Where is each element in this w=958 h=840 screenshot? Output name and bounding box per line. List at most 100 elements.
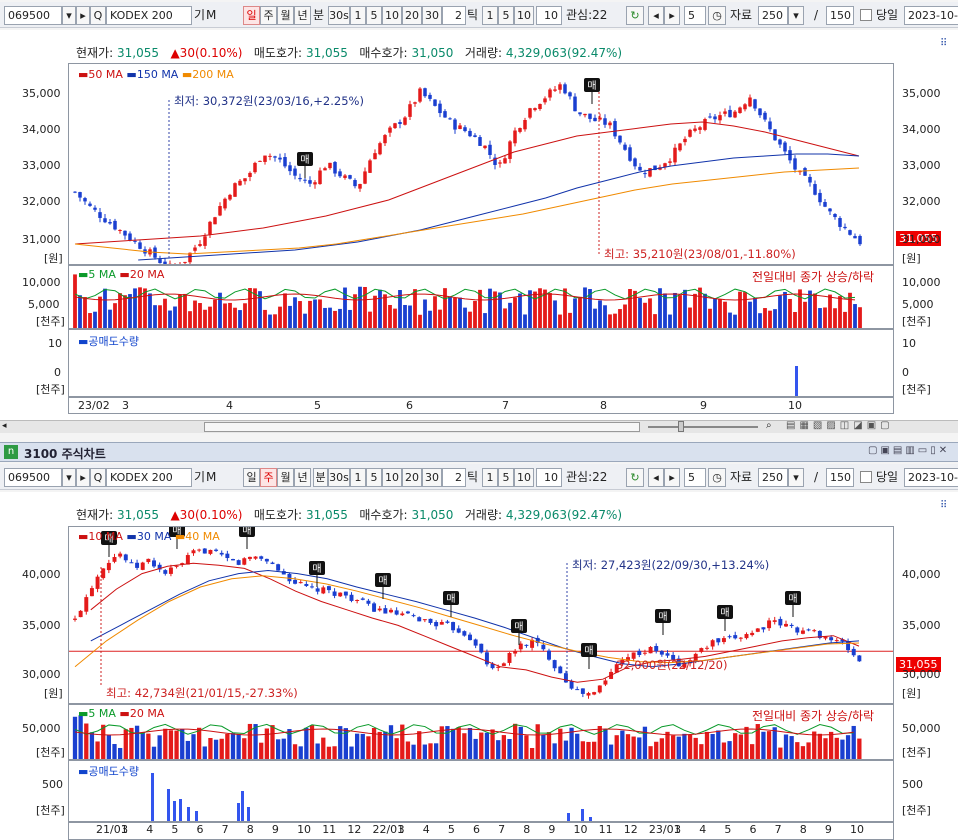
same-day-checkbox[interactable] — [860, 9, 872, 21]
tick-1-button[interactable]: 1 — [482, 6, 498, 25]
candle-body — [528, 108, 532, 118]
prev-button-2[interactable]: ◂ — [648, 468, 664, 487]
max-input-2[interactable]: 150 — [826, 468, 854, 487]
volume-bar — [676, 736, 681, 759]
code-dropdown-button[interactable]: ▾ — [62, 6, 76, 25]
next-button-2[interactable]: ▸ — [664, 468, 680, 487]
max-input[interactable]: 150 — [826, 6, 854, 25]
min-10-button-2[interactable]: 10 — [382, 468, 402, 487]
volume-bar — [368, 311, 372, 328]
volume-bar — [578, 296, 582, 328]
volume-bar — [180, 729, 185, 759]
clock-icon[interactable]: ◷ — [708, 6, 726, 25]
period-week-button[interactable]: 주 — [260, 6, 277, 25]
code-input-2[interactable]: 069500 — [4, 468, 62, 487]
data-count-input-2[interactable]: 250 — [758, 468, 788, 487]
min-20-button[interactable]: 20 — [402, 6, 422, 25]
min-20-button-2[interactable]: 20 — [402, 468, 422, 487]
zoom-slider[interactable] — [648, 426, 758, 428]
volume-bar — [298, 746, 303, 759]
period-year-button[interactable]: 년 — [294, 6, 311, 25]
tick-5-button-2[interactable]: 5 — [498, 468, 514, 487]
settings-dots-icon-2[interactable]: ⠿ — [940, 500, 947, 511]
tick-5-button[interactable]: 5 — [498, 6, 514, 25]
chart-window: 069500 ▾ ▸ Q KODEX 200 기 M 일 주 월 년 분 30s… — [0, 0, 958, 840]
candle-body — [727, 636, 732, 638]
tool-icons[interactable]: ▤▦▧▨◫◪▣▢ — [786, 420, 894, 431]
min-10-button[interactable]: 10 — [382, 6, 402, 25]
step-input-2[interactable]: 5 — [684, 468, 706, 487]
volume-bar — [793, 312, 797, 328]
data-count-input[interactable]: 250 — [758, 6, 788, 25]
volume-bar — [535, 724, 540, 759]
candle-body — [823, 202, 827, 207]
zoom-icon[interactable]: ⌕ — [766, 420, 772, 431]
volume-bar — [512, 723, 518, 759]
window-controls[interactable]: ▢▣▤▥▭▯✕ — [868, 445, 950, 456]
candle-body — [383, 135, 387, 144]
tick-input-2[interactable]: 2 — [442, 468, 466, 487]
min-5-button-2[interactable]: 5 — [366, 468, 382, 487]
refresh-icon[interactable]: ↻ — [626, 6, 644, 25]
tick-1-button-2[interactable]: 1 — [482, 468, 498, 487]
code-next-button[interactable]: ▸ — [76, 6, 90, 25]
code-dropdown-button-2[interactable]: ▾ — [62, 468, 76, 487]
min-1-button[interactable]: 1 — [350, 6, 366, 25]
code-input[interactable]: 069500 — [4, 6, 62, 25]
y-unit-top-right: [원] — [902, 252, 921, 265]
candle-body — [88, 203, 92, 206]
info-bar-bottom: 현재가: 31,055 ▲30(0.10%) 매도호가: 31,055 매수호가… — [76, 508, 623, 522]
search-icon[interactable]: Q — [90, 6, 106, 25]
count-input[interactable]: 10 — [536, 6, 562, 25]
volume-bar — [298, 301, 302, 328]
short-sale-bar — [237, 803, 240, 821]
vol-unit-top: [천주] — [36, 315, 65, 328]
min-30-button-2[interactable]: 30 — [422, 468, 442, 487]
candle-body — [800, 630, 805, 634]
period-month-button-2[interactable]: 월 — [277, 468, 294, 487]
tick-input[interactable]: 2 — [442, 6, 466, 25]
candle-body — [276, 564, 281, 571]
scroll-thumb[interactable] — [204, 422, 640, 432]
candle-body — [778, 618, 783, 626]
code-next-button-2[interactable]: ▸ — [76, 468, 90, 487]
date-input[interactable]: 2023-10-2 — [904, 6, 958, 25]
candle-body — [423, 88, 427, 97]
short-sale-bar — [173, 801, 176, 821]
zoom-handle[interactable] — [678, 421, 684, 432]
candle-body — [138, 242, 142, 249]
min-1-button-2[interactable]: 1 — [350, 468, 366, 487]
data-count-dropdown[interactable]: ▾ — [788, 6, 804, 25]
candle-body — [597, 685, 602, 693]
minute-button-2[interactable]: 분 — [313, 468, 328, 487]
same-day-checkbox-2[interactable] — [860, 471, 872, 483]
period-day-button-2[interactable]: 일 — [243, 468, 260, 487]
tick-10-button[interactable]: 10 — [514, 6, 534, 25]
sec-button[interactable]: 30s — [328, 6, 350, 25]
settings-dots-icon[interactable]: ⠿ — [940, 38, 947, 49]
volume-bar — [413, 289, 417, 328]
refresh-icon-2[interactable]: ↻ — [626, 468, 644, 487]
volume-bar — [378, 289, 382, 328]
count-input-2[interactable]: 10 — [536, 468, 562, 487]
clock-icon-2[interactable]: ◷ — [708, 468, 726, 487]
min-5-button[interactable]: 5 — [366, 6, 382, 25]
tick-10-button-2[interactable]: 10 — [514, 468, 534, 487]
candle-body — [443, 111, 447, 118]
period-day-button[interactable]: 일 — [243, 6, 260, 25]
step-input[interactable]: 5 — [684, 6, 706, 25]
date-input-2[interactable]: 2023-10-2 — [904, 468, 958, 487]
volume-bar — [763, 308, 767, 328]
search-icon-2[interactable]: Q — [90, 468, 106, 487]
period-year-button-2[interactable]: 년 — [294, 468, 311, 487]
next-button[interactable]: ▸ — [664, 6, 680, 25]
scroll-left-button[interactable]: ◂ — [2, 421, 12, 432]
period-week-button-2[interactable]: 주 — [260, 468, 277, 487]
sec-button-2[interactable]: 30s — [328, 468, 350, 487]
period-month-button[interactable]: 월 — [277, 6, 294, 25]
data-count-dropdown-2[interactable]: ▾ — [788, 468, 804, 487]
scroll-bar-top[interactable]: ◂ ⌕ ▤▦▧▨◫◪▣▢ — [0, 420, 958, 433]
prev-button[interactable]: ◂ — [648, 6, 664, 25]
volume-bar — [704, 731, 710, 759]
min-30-button[interactable]: 30 — [422, 6, 442, 25]
